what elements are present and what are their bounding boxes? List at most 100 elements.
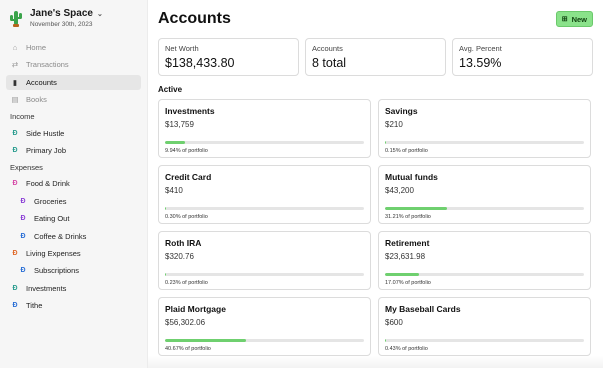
portfolio-percent: 0.43% of portfolio (385, 346, 428, 352)
account-grid: Investments $13,759 9.94% of portfolio Savi… (158, 99, 593, 356)
category-tithe[interactable]: Đ Tithe (6, 298, 141, 313)
expense-list: Đ Food & Drink Đ Groceries Đ Eating Out Đ Coffe… (6, 176, 141, 313)
workspace-switcher[interactable]: Jane's Space ⌄ November 30th, 2023 (6, 6, 141, 36)
page-header: Accounts ⊞ New (158, 8, 593, 30)
account-card-savings[interactable]: Savings $210 0.15% of portfolio (378, 99, 591, 158)
income-list: Đ Side Hustle Đ Primary Job (6, 126, 141, 158)
account-card-my-baseball-cards[interactable]: My Baseball Cards $600 0.43% of portfolio (378, 297, 591, 356)
portfolio-percent: 31.21% of portfolio (385, 214, 431, 220)
category-dollar-icon: Đ (20, 197, 26, 205)
category-dollar-icon: Đ (12, 146, 18, 154)
account-card-retirement[interactable]: Retirement $23,631.98 17.07% of portfolio (378, 231, 591, 290)
home-icon: ⌂ (12, 43, 18, 52)
nav-item-label: Accounts (26, 77, 57, 87)
portfolio-progress-bar (165, 273, 364, 276)
primary-nav: ⌂ Home ⇄ Transactions ▮ Accounts ▤ Books (6, 40, 141, 107)
nav-item-books[interactable]: ▤ Books (6, 92, 141, 107)
portfolio-percent: 0.30% of portfolio (165, 214, 208, 220)
nav-item-label: Books (26, 95, 47, 105)
account-name: Plaid Mortgage (165, 304, 226, 314)
book-icon: ▤ (11, 95, 19, 105)
portfolio-progress-bar (385, 141, 584, 144)
account-balance: $56,302.06 (165, 318, 206, 327)
nav-item-label: Home (26, 43, 47, 52)
category-label: Living Expenses (26, 248, 81, 258)
workspace-name: Jane's Space (30, 8, 93, 19)
category-dollar-icon: Đ (12, 180, 18, 188)
category-label: Subscriptions (34, 266, 80, 276)
account-balance: $410 (165, 186, 183, 195)
portfolio-progress-fill (385, 339, 386, 342)
stat-label: Net Worth (165, 44, 199, 53)
account-card-credit-card[interactable]: Credit Card $410 0.30% of portfolio (158, 165, 371, 224)
plus-square-icon: ⊞ (561, 16, 568, 23)
portfolio-progress-fill (165, 207, 166, 210)
nav-item-transactions[interactable]: ⇄ Transactions (6, 57, 141, 72)
category-side-hustle[interactable]: Đ Side Hustle (6, 126, 141, 141)
account-card-roth-ira[interactable]: Roth IRA $320.76 0.23% of portfolio (158, 231, 371, 290)
account-card-mutual-funds[interactable]: Mutual funds $43,200 31.21% of portfolio (378, 165, 591, 224)
portfolio-progress-fill (385, 207, 448, 210)
category-investments[interactable]: Đ Investments (6, 281, 141, 296)
sidebar: Jane's Space ⌄ November 30th, 2023 ⌂ Hom… (0, 0, 148, 368)
category-dollar-icon: Đ (20, 232, 26, 240)
category-dollar-icon: Đ (20, 267, 26, 275)
stat-avg-percent: Avg. Percent 13.59% (452, 38, 593, 76)
category-living-expenses[interactable]: Đ Living Expenses (6, 246, 141, 261)
account-card-plaid-mortgage[interactable]: Plaid Mortgage $56,302.06 40.67% of portfo… (158, 297, 371, 356)
category-dollar-icon: Đ (12, 129, 18, 137)
new-account-button[interactable]: ⊞ New (555, 11, 593, 27)
category-label: Groceries (34, 196, 67, 206)
main-content: Accounts ⊞ New Net Worth $138,433.80 Acc… (148, 0, 603, 368)
portfolio-percent: 17.07% of portfolio (385, 280, 431, 286)
account-name: Mutual funds (385, 172, 438, 182)
portfolio-percent: 40.67% of portfolio (165, 346, 211, 352)
account-name: Retirement (385, 238, 430, 248)
portfolio-progress-bar (165, 339, 364, 342)
portfolio-progress-bar (385, 207, 584, 210)
bottom-fade (148, 356, 603, 368)
category-label: Food & Drink (26, 179, 70, 189)
category-subscriptions[interactable]: Đ Subscriptions (6, 263, 141, 278)
stat-value: 13.59% (459, 56, 502, 70)
category-coffee-drinks[interactable]: Đ Coffee & Drinks (6, 229, 141, 244)
nav-item-home[interactable]: ⌂ Home (6, 40, 141, 55)
stat-label: Avg. Percent (459, 44, 502, 53)
chevron-down-icon: ⌄ (96, 10, 103, 18)
new-button-label: New (571, 14, 587, 24)
account-name: Roth IRA (165, 238, 202, 248)
income-section-label: Income (10, 112, 35, 122)
account-balance: $210 (385, 120, 403, 129)
expenses-section-label: Expenses (10, 162, 43, 172)
portfolio-progress-bar (165, 207, 364, 210)
account-name: Savings (385, 106, 418, 116)
category-label: Primary Job (26, 145, 67, 155)
active-section-title: Active (158, 85, 183, 94)
category-dollar-icon: Đ (12, 284, 18, 292)
account-name: Credit Card (165, 172, 212, 182)
account-balance: $320.76 (165, 252, 194, 261)
account-balance: $13,759 (165, 120, 194, 129)
category-primary-job[interactable]: Đ Primary Job (6, 143, 141, 158)
transactions-icon: ⇄ (11, 60, 19, 70)
category-label: Eating Out (34, 214, 70, 224)
portfolio-progress-bar (165, 141, 364, 144)
account-name: Investments (165, 106, 215, 116)
category-food-drink[interactable]: Đ Food & Drink (6, 176, 141, 191)
category-groceries[interactable]: Đ Groceries (6, 194, 141, 209)
portfolio-progress-bar (385, 273, 584, 276)
stat-accounts: Accounts 8 total (305, 38, 446, 76)
app-root: Jane's Space ⌄ November 30th, 2023 ⌂ Hom… (0, 0, 603, 368)
category-dollar-icon: Đ (12, 249, 18, 257)
category-label: Tithe (26, 301, 43, 311)
account-balance: $43,200 (385, 186, 414, 195)
portfolio-percent: 0.23% of portfolio (165, 280, 208, 286)
nav-item-accounts[interactable]: ▮ Accounts (6, 74, 141, 90)
category-dollar-icon: Đ (12, 302, 18, 310)
stats-row: Net Worth $138,433.80 Accounts 8 total A… (158, 38, 593, 76)
account-balance: $23,631.98 (385, 252, 426, 261)
account-card-investments[interactable]: Investments $13,759 9.94% of portfolio (158, 99, 371, 158)
category-eating-out[interactable]: Đ Eating Out (6, 211, 141, 226)
account-name: My Baseball Cards (385, 304, 461, 314)
stat-value: $138,433.80 (165, 56, 235, 70)
